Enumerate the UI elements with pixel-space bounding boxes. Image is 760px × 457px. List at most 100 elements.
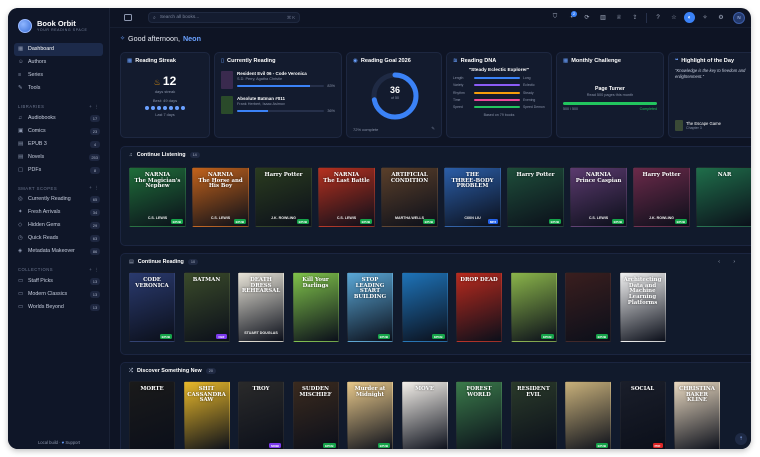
book-title: NARNIA Prince Caspian <box>575 172 622 184</box>
bell-icon[interactable]: ◔ 2 <box>563 10 579 25</box>
scope-currently-reading[interactable]: ◎ Currently Reading 65 <box>14 193 103 206</box>
support-link[interactable]: Support <box>65 440 80 445</box>
book-row: MORTE SHIT CASSANDRA SAW TROY MOBI SUDDEN MI… <box>129 381 720 449</box>
tag-icon: ◈ <box>18 248 23 255</box>
collection-modern-classics[interactable]: ▭ Modern Classics 13 <box>14 288 103 301</box>
streak-card[interactable]: ▦ Reading Streak ♨ 12 days streak Best: 49… <box>120 52 210 138</box>
book-cover[interactable]: MOVE <box>401 381 448 449</box>
star-icon[interactable]: ☆ <box>666 11 682 25</box>
reading-goal-card[interactable]: ◉ Reading Goal 2026 36 of 50 72% complete… <box>346 52 442 138</box>
book-cover[interactable]: NARNIA Prince Caspian C.S. LEWIS EPUB <box>570 167 627 227</box>
folder-icon: ▭ <box>18 277 24 284</box>
book-title: Harry Potter <box>516 172 555 178</box>
settings-icon[interactable]: ⚙ <box>713 11 729 25</box>
search-placeholder: Search all books... <box>159 15 200 20</box>
book-title: Architecting Data and Machine Learning P… <box>623 277 662 306</box>
edit-icon[interactable]: ✎ <box>431 126 435 132</box>
scope-hidden-gems[interactable]: ◇ Hidden Gems 29 <box>14 219 103 232</box>
book-cover[interactable]: Kill Your Darlings <box>292 272 339 342</box>
highlight-book[interactable]: The Escape Game Chapter 3 <box>675 120 721 131</box>
collection-staff-picks[interactable]: ▭ Staff Picks 13 <box>14 275 103 288</box>
currently-reading-card[interactable]: ▯ Currently Reading Resident Evil 06 - Co… <box>214 52 342 138</box>
heart-icon: ♥ <box>61 440 65 445</box>
trophy-icon[interactable]: ♕ <box>611 11 627 25</box>
highlight-card[interactable]: ❝ Highlight of the Day "Knowledge is the … <box>668 52 751 138</box>
dna-icon: ≋ <box>453 58 458 64</box>
book-title: SHIT CASSANDRA SAW <box>187 386 226 404</box>
book-cover[interactable]: SOCIAL PDF <box>619 381 666 449</box>
format-badge: EPUB <box>159 334 172 339</box>
book-cover[interactable]: Harry Potter EPUB <box>507 167 564 227</box>
library-novels[interactable]: ▤ Novels 253 <box>14 151 103 164</box>
book-cover[interactable]: Harry Potter J.K. ROWLING EPUB <box>255 167 312 227</box>
scope-metadata-makeover[interactable]: ◈ Metadata Makeover 86 <box>14 245 103 258</box>
scroll-top-icon[interactable]: ⇡ <box>735 433 747 445</box>
progress-bar <box>237 110 325 112</box>
book-cover[interactable]: ARTIFICIAL CONDITION MARTHA WELLS EPUB <box>381 167 438 227</box>
book-cover[interactable]: SHIT CASSANDRA SAW <box>183 381 230 449</box>
book-cover[interactable]: EPUB <box>510 272 557 342</box>
book-cover[interactable]: TROY MOBI <box>238 381 284 449</box>
library-comics[interactable]: ▣ Comics 23 <box>14 125 103 138</box>
current-book-row[interactable]: Absolute Batman #011 Frank Herbert, Isaa… <box>221 96 335 114</box>
sync-icon[interactable]: ⟳ <box>579 11 595 25</box>
help-icon[interactable]: ? <box>650 11 666 25</box>
book-cover[interactable]: BATMAN CBZ <box>183 272 230 342</box>
book-cover[interactable]: Harry Potter J.K. ROWLING EPUB <box>633 167 690 227</box>
book-cover[interactable]: THE THREE-BODY PROBLEM CIXIN LIU MP3 <box>444 167 501 227</box>
folder-icon: ▭ <box>18 303 24 310</box>
avatar[interactable]: N <box>733 11 745 24</box>
book-cover[interactable]: CHRISTINA BAKER KLINE <box>674 381 720 449</box>
theme-icon[interactable]: ◐ <box>684 12 695 23</box>
brand[interactable]: Book Orbit YOUR READING SPACE <box>14 14 103 38</box>
upload-icon[interactable]: ⇪ <box>627 11 643 25</box>
add-scope-icon[interactable]: + ⋮ <box>89 185 99 191</box>
book-icon: ▤ <box>18 140 24 147</box>
scope-quick-reads[interactable]: ◷ Quick Reads 63 <box>14 232 103 245</box>
library-pdfs[interactable]: ▢ PDFs 8 <box>14 164 103 177</box>
reading-dna-card[interactable]: ≋ Reading DNA "Steady Eclectic Explorer" … <box>446 52 552 138</box>
headphones-icon: ♫ <box>18 114 23 121</box>
book-icon: ▤ <box>129 259 134 265</box>
search-input[interactable]: ⌕ Search all books... ⌘ K <box>148 12 300 23</box>
book-cover[interactable]: STOP LEADING START BUILDING EPUB <box>347 272 393 342</box>
magic-icon[interactable]: ✧ <box>697 11 713 25</box>
stats-icon[interactable]: ▥ <box>595 11 611 25</box>
book-cover[interactable]: NAR <box>696 167 751 227</box>
shield-icon[interactable]: ⛉ <box>547 11 563 25</box>
scope-fresh-arrivals[interactable]: ✦ Fresh Arrivals 34 <box>14 206 103 219</box>
nav-series[interactable]: ≡ Series <box>14 69 103 82</box>
book-cover[interactable]: FOREST WORLD <box>456 381 502 449</box>
book-cover[interactable]: RESIDENT EVIL <box>510 381 557 449</box>
book-cover[interactable]: DROP DEAD <box>456 272 502 342</box>
book-thumbnail <box>221 96 233 114</box>
book-cover[interactable]: DEATH DRESS REHEARSAL STUART DOUGLAS <box>238 272 284 342</box>
nav-tools[interactable]: ✎ Tools <box>14 82 103 95</box>
nav-authors[interactable]: ☺ Authors <box>14 56 103 69</box>
streak-unit: days streak <box>154 89 176 94</box>
book-row: CODE VERONICA EPUB BATMAN CBZ DEATH DRESS RE… <box>129 272 666 342</box>
library-epub3[interactable]: ▤ EPUB 34 <box>14 138 103 151</box>
book-cover[interactable]: NARNIA The Horse and His Boy C.S. LEWIS EP… <box>192 167 249 227</box>
book-cover[interactable]: CODE VERONICA EPUB <box>129 272 175 342</box>
book-cover[interactable]: NARNIA The Magician's Nephew C.S. LEWIS EP… <box>129 167 186 227</box>
dna-row: Time Evening <box>453 97 536 102</box>
format-badge: MP3 <box>487 219 498 224</box>
monthly-challenge-card[interactable]: ▦ Monthly Challenge Page Turner Read 500 … <box>556 52 664 138</box>
collection-worlds-beyond[interactable]: ▭ Worlds Beyond 13 <box>14 301 103 314</box>
library-audiobooks[interactable]: ♫ Audiobooks 17 <box>14 112 103 125</box>
book-cover[interactable]: MORTE <box>129 381 175 449</box>
sidebar-toggle-icon[interactable] <box>124 14 132 21</box>
book-cover[interactable]: NARNIA The Last Battle C.S. LEWIS EPUB <box>318 167 375 227</box>
book-cover[interactable]: EPUB <box>565 272 611 342</box>
shelf-nav-arrows[interactable]: ‹ › <box>718 259 741 265</box>
book-cover[interactable]: Murder at Midnight EPUB <box>347 381 393 449</box>
add-collection-icon[interactable]: + ⋮ <box>89 267 99 273</box>
nav-dashboard[interactable]: ▦ Dashboard <box>14 43 103 56</box>
current-book-row[interactable]: Resident Evil 06 - Code Veronica S.D. Pe… <box>221 71 335 89</box>
book-cover[interactable]: EPUB <box>401 272 448 342</box>
add-library-icon[interactable]: + ⋮ <box>89 104 99 110</box>
book-cover[interactable]: SUDDEN MISCHIEF EPUB <box>292 381 339 449</box>
book-cover[interactable]: Architecting Data and Machine Learning P… <box>619 272 666 342</box>
book-cover[interactable]: EPUB <box>565 381 611 449</box>
